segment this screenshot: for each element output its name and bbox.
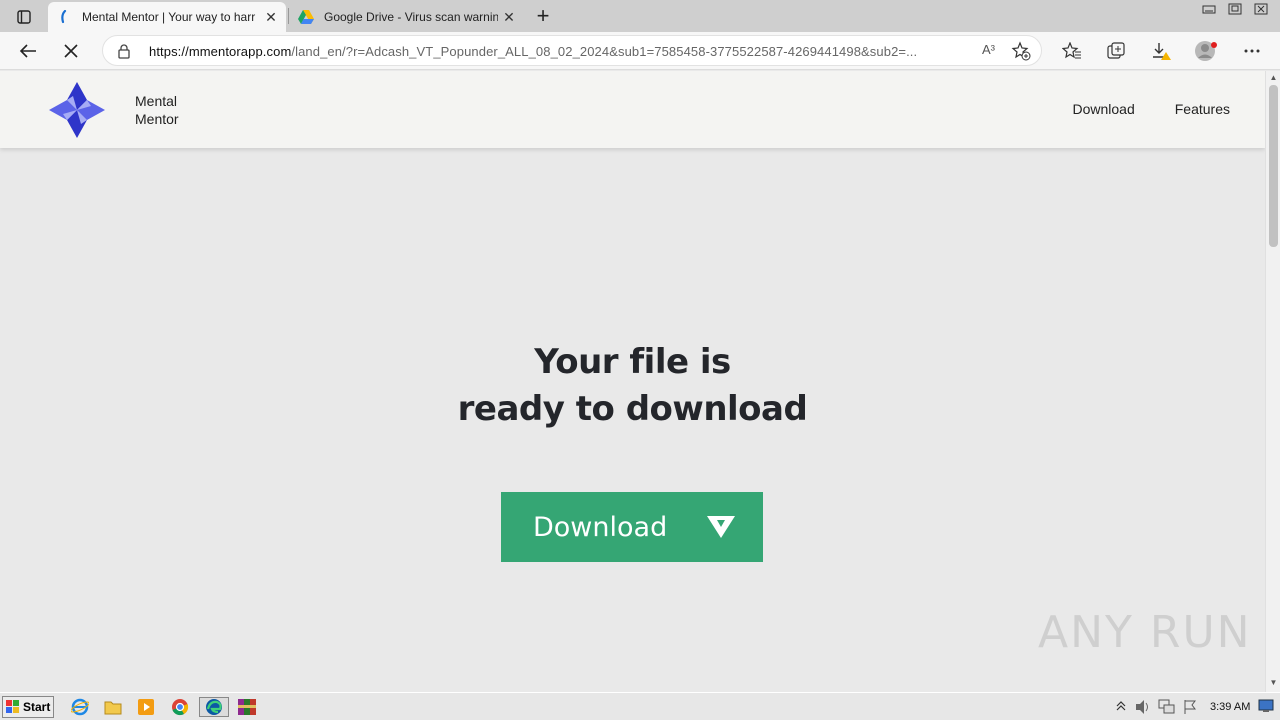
hero-line-2: ready to download	[457, 389, 808, 429]
winrar-icon[interactable]	[236, 697, 258, 717]
tab-close-icon[interactable]: ✕	[260, 6, 282, 28]
close-window-button[interactable]	[1248, 0, 1274, 18]
windows-logo-icon	[6, 700, 19, 713]
clock[interactable]: 3:39 AM	[1210, 701, 1250, 713]
avatar-icon	[1195, 41, 1217, 61]
start-button[interactable]: Start	[2, 696, 54, 718]
download-button-label: Download	[533, 511, 668, 543]
tab-divider	[288, 8, 289, 24]
settings-more-button[interactable]	[1237, 36, 1267, 66]
restore-icon	[1228, 3, 1242, 15]
new-tab-button[interactable]: +	[530, 3, 556, 28]
site-header: Mental Mentor Download Features	[0, 71, 1265, 148]
download-warning-icon	[1153, 43, 1171, 60]
triangle-down-icon	[707, 516, 735, 538]
hero-heading: Your file is ready to download	[0, 339, 1265, 433]
profile-button[interactable]	[1191, 36, 1221, 66]
brand-name[interactable]: Mental Mentor	[135, 92, 179, 128]
browser-tab-strip: Mental Mentor | Your way to harr ✕ Googl…	[0, 0, 1280, 32]
minimize-icon	[1202, 5, 1216, 14]
url-host: https://mmentorapp.com	[149, 44, 292, 59]
tab-mental-mentor[interactable]: Mental Mentor | Your way to harr ✕	[48, 2, 286, 32]
favorites-button[interactable]	[1057, 36, 1087, 66]
mental-mentor-logo-icon[interactable]	[46, 79, 108, 141]
nav-link-download[interactable]: Download	[1072, 101, 1134, 117]
show-desktop-icon[interactable]	[1258, 699, 1274, 716]
back-button[interactable]	[13, 36, 43, 66]
download-button[interactable]: Download	[501, 492, 763, 562]
tab-title: Mental Mentor | Your way to harr	[82, 10, 256, 24]
show-hidden-icons[interactable]	[1116, 699, 1126, 716]
internet-explorer-icon[interactable]	[69, 697, 91, 717]
chrome-icon[interactable]	[169, 697, 191, 717]
back-arrow-icon	[19, 44, 36, 58]
browser-toolbar: https://mmentorapp.com/land_en/?r=Adcash…	[0, 32, 1280, 70]
brand-line-1: Mental	[135, 93, 178, 109]
tab-title: Google Drive - Virus scan warnin	[324, 10, 498, 24]
web-page: Mental Mentor Download Features Your fil…	[0, 71, 1265, 692]
site-nav: Download Features	[1072, 101, 1230, 117]
scrollbar-thumb[interactable]	[1269, 85, 1278, 247]
volume-icon[interactable]	[1134, 699, 1152, 718]
page-scrollbar[interactable]: ▲ ▼	[1265, 71, 1280, 692]
favorites-star-icon	[1062, 42, 1081, 59]
more-dots-icon	[1244, 49, 1260, 53]
address-bar[interactable]: https://mmentorapp.com/land_en/?r=Adcash…	[102, 35, 1042, 66]
tab-actions-menu-button[interactable]	[8, 6, 40, 28]
action-center-flag-icon[interactable]	[1182, 699, 1198, 718]
network-icon[interactable]	[1158, 699, 1176, 718]
media-player-icon[interactable]	[135, 697, 157, 717]
add-favorite-icon[interactable]	[1011, 41, 1031, 61]
tab-actions-icon	[17, 10, 31, 24]
watermark-text: ANY RUN	[1038, 607, 1252, 658]
nav-link-features[interactable]: Features	[1175, 101, 1230, 117]
lock-icon[interactable]	[117, 43, 131, 59]
collections-icon	[1107, 42, 1125, 59]
google-drive-icon	[298, 9, 314, 25]
system-tray: 3:39 AM	[1108, 695, 1280, 719]
window-controls	[1196, 0, 1274, 18]
hero-line-1: Your file is	[534, 342, 731, 382]
tab-close-icon[interactable]: ✕	[498, 6, 520, 28]
collections-button[interactable]	[1101, 36, 1131, 66]
windows-taskbar: Start 3:39 AM	[0, 692, 1280, 720]
file-explorer-icon[interactable]	[102, 697, 124, 717]
anyrun-watermark: ANY RUN	[1038, 607, 1252, 658]
tab-google-drive[interactable]: Google Drive - Virus scan warnin ✕	[290, 2, 524, 32]
brand-line-2: Mentor	[135, 111, 179, 127]
start-label: Start	[23, 700, 51, 714]
stop-loading-button[interactable]	[56, 36, 86, 66]
downloads-button[interactable]	[1146, 36, 1176, 66]
close-icon	[1254, 3, 1268, 15]
read-aloud-icon[interactable]: A³	[982, 42, 995, 57]
url-path: /land_en/?r=Adcash_VT_Popunder_ALL_08_02…	[291, 44, 918, 59]
scroll-down-icon[interactable]: ▼	[1268, 678, 1279, 690]
edge-icon[interactable]	[199, 697, 229, 717]
url-text[interactable]: https://mmentorapp.com/land_en/?r=Adcash…	[149, 44, 969, 59]
scroll-up-icon[interactable]: ▲	[1268, 73, 1279, 85]
minimize-button[interactable]	[1196, 0, 1222, 18]
restore-button[interactable]	[1222, 0, 1248, 18]
loading-favicon-icon	[56, 9, 72, 25]
stop-x-icon	[64, 44, 78, 58]
